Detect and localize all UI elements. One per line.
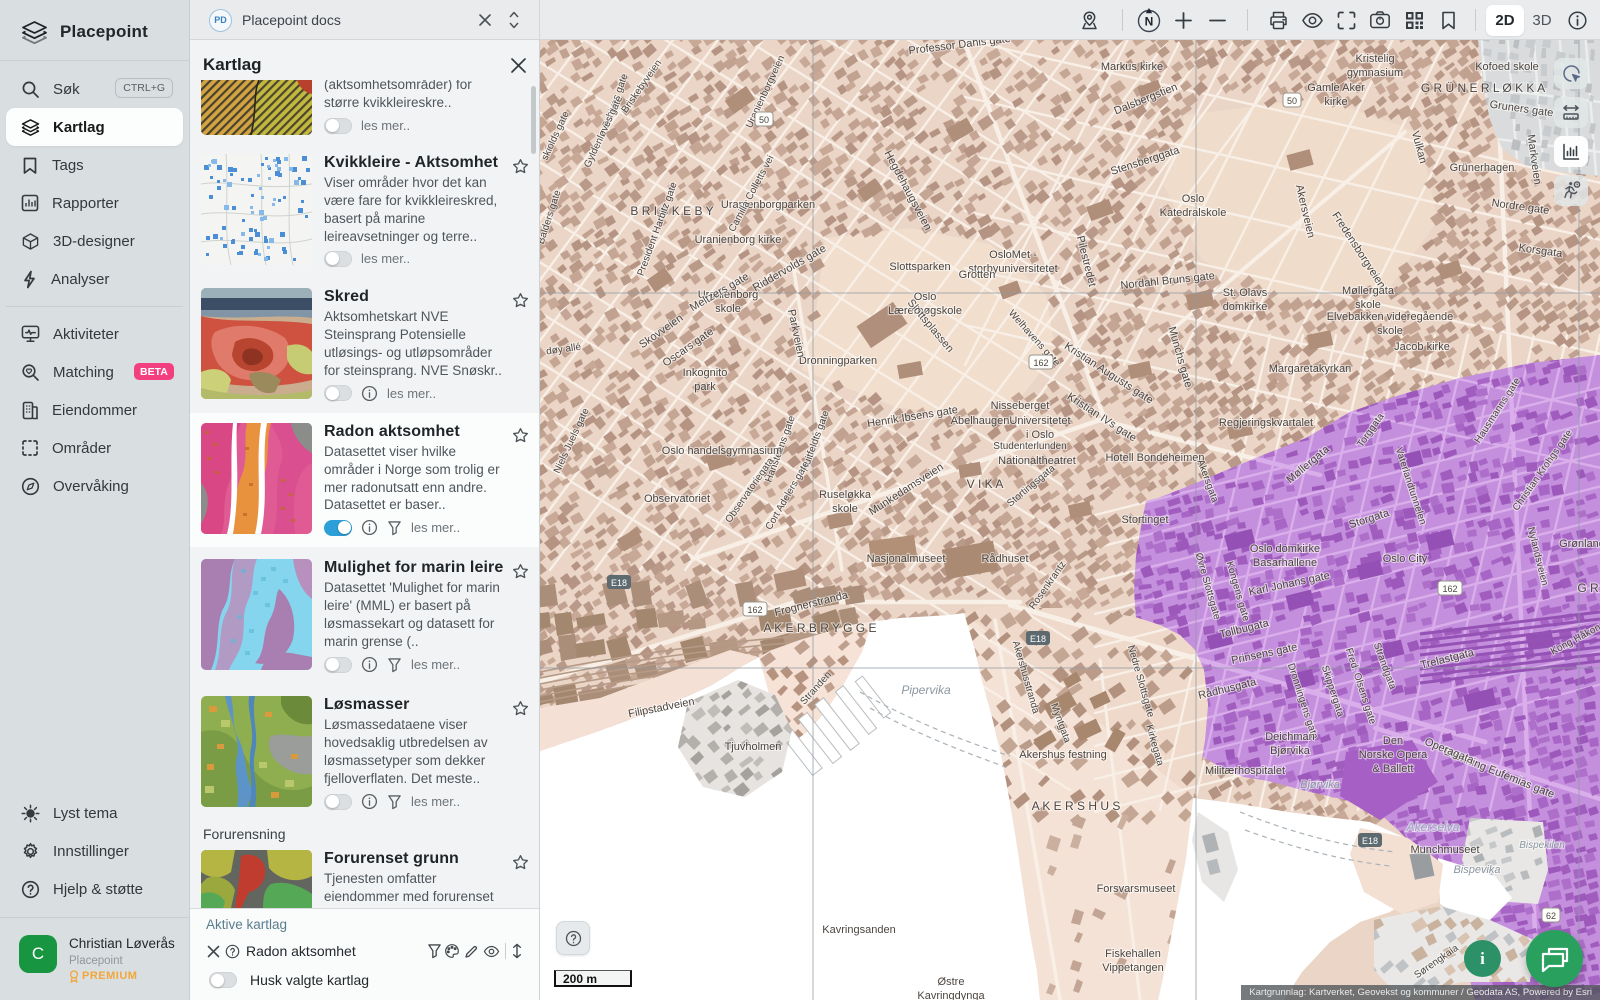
svg-text:skole: skole [832, 503, 858, 515]
svg-text:gymnasium: gymnasium [1347, 67, 1403, 79]
svg-text:62: 62 [1546, 911, 1556, 921]
svg-text:Basarhallene: Basarhallene [1253, 557, 1317, 569]
svg-text:E18: E18 [1362, 836, 1378, 846]
svg-text:OsloMet -: OsloMet - [989, 249, 1037, 261]
svg-text:Abelhaugen: Abelhaugen [951, 415, 1010, 427]
svg-text:Rådhuset: Rådhuset [981, 553, 1028, 565]
svg-text:50: 50 [1287, 96, 1297, 106]
svg-text:park: park [694, 381, 716, 393]
svg-text:skole: skole [1355, 299, 1381, 311]
svg-text:Jacob kirke: Jacob kirke [1394, 341, 1450, 353]
svg-text:Forsvarsmuseet: Forsvarsmuseet [1097, 883, 1176, 895]
svg-text:Regjeringskvartalet: Regjeringskvartalet [1219, 417, 1313, 429]
svg-text:skole: skole [715, 303, 741, 315]
svg-text:Uranienborg kirke: Uranienborg kirke [695, 234, 782, 246]
svg-text:Observatoriet: Observatoriet [644, 493, 710, 505]
svg-text:Studenterlunden: Studenterlunden [993, 441, 1066, 452]
svg-text:Uranienborgparken: Uranienborgparken [721, 199, 815, 211]
svg-text:Grønland: Grønland [1559, 538, 1600, 550]
svg-text:Bispekilen: Bispekilen [1519, 840, 1565, 851]
svg-text:Dronningparken: Dronningparken [799, 355, 877, 367]
svg-text:Bjørvika: Bjørvika [1270, 745, 1311, 757]
svg-text:Oslo City: Oslo City [1383, 553, 1428, 565]
svg-text:Møllergata: Møllergata [1342, 285, 1395, 297]
svg-text:i Oslo: i Oslo [1026, 429, 1054, 441]
svg-text:N: N [1145, 15, 1154, 29]
svg-text:Nisseberget: Nisseberget [991, 400, 1050, 412]
svg-text:kirke: kirke [1324, 96, 1347, 108]
svg-text:Deichman: Deichman [1265, 731, 1315, 743]
svg-text:Oslo: Oslo [1182, 193, 1205, 205]
svg-text:V I K A: V I K A [967, 477, 1004, 491]
svg-text:& Ballett: & Ballett [1373, 763, 1414, 775]
svg-text:Hotell Bondeheimen: Hotell Bondeheimen [1105, 452, 1204, 464]
svg-text:Ruseløkka: Ruseløkka [819, 489, 872, 501]
svg-text:St. Olavs: St. Olavs [1223, 287, 1268, 299]
svg-text:Nationaltheatret: Nationaltheatret [998, 455, 1076, 467]
svg-text:162: 162 [1442, 584, 1457, 594]
svg-text:Bjørvika: Bjørvika [1300, 779, 1340, 791]
svg-text:Norske Opera: Norske Opera [1359, 749, 1428, 761]
svg-text:Militærhospitalet: Militærhospitalet [1205, 765, 1285, 777]
svg-text:A K E R S H U S: A K E R S H U S [1032, 799, 1121, 813]
svg-text:Akershus festning: Akershus festning [1019, 749, 1106, 761]
svg-text:B R I S K E B Y: B R I S K E B Y [630, 204, 713, 218]
svg-text:domkirke: domkirke [1223, 301, 1268, 313]
svg-text:Grünerhagen: Grünerhagen [1450, 162, 1515, 174]
svg-text:Akerselva: Akerselva [1406, 820, 1460, 834]
svg-text:G R: G R [1577, 581, 1599, 595]
svg-text:E18: E18 [611, 578, 627, 588]
svg-text:Munchmuseet: Munchmuseet [1410, 844, 1479, 856]
svg-text:Katedralskole: Katedralskole [1160, 207, 1227, 219]
svg-text:Nasjonalmuseet: Nasjonalmuseet [867, 553, 946, 565]
svg-text:Oslo domkirke: Oslo domkirke [1250, 543, 1320, 555]
svg-text:Grotten: Grotten [959, 269, 996, 281]
svg-text:Elvebakken videregående: Elvebakken videregående [1327, 311, 1454, 323]
svg-text:skole: skole [1377, 325, 1403, 337]
svg-text:Kristelig: Kristelig [1355, 53, 1394, 65]
svg-text:Universitetet: Universitetet [1009, 415, 1070, 427]
svg-text:Østre: Østre [938, 976, 965, 988]
svg-text:Vippetangen: Vippetangen [1102, 962, 1164, 974]
svg-text:E18: E18 [1030, 634, 1046, 644]
svg-text:G R Ü N E R L Ø K K A: G R Ü N E R L Ø K K A [1421, 81, 1545, 95]
svg-text:Pipervika: Pipervika [901, 683, 951, 697]
svg-text:Gamle Aker: Gamle Aker [1307, 82, 1365, 94]
svg-text:Tjuvholmen: Tjuvholmen [725, 741, 782, 753]
svg-text:50: 50 [759, 115, 769, 125]
svg-text:162: 162 [1033, 358, 1048, 368]
svg-text:Inkognito: Inkognito [683, 367, 728, 379]
svg-text:Bispevika: Bispevika [1453, 864, 1500, 876]
svg-text:Kavringsanden: Kavringsanden [822, 924, 895, 936]
svg-text:Oslo handelsgymnasium: Oslo handelsgymnasium [662, 445, 782, 457]
svg-text:162: 162 [747, 605, 762, 615]
svg-text:A K E R B R Y G G E: A K E R B R Y G G E [764, 621, 877, 635]
svg-text:Fiskehallen: Fiskehallen [1105, 948, 1161, 960]
svg-text:Markus kirke: Markus kirke [1101, 61, 1163, 73]
svg-text:Den: Den [1383, 735, 1403, 747]
svg-text:Margaretakyrkan: Margaretakyrkan [1269, 363, 1352, 375]
svg-text:Kofoed skole: Kofoed skole [1475, 61, 1539, 73]
svg-text:Kavringdynga: Kavringdynga [917, 990, 985, 1000]
svg-text:Stortinget: Stortinget [1121, 514, 1168, 526]
svg-text:Slottsparken: Slottsparken [889, 261, 950, 273]
